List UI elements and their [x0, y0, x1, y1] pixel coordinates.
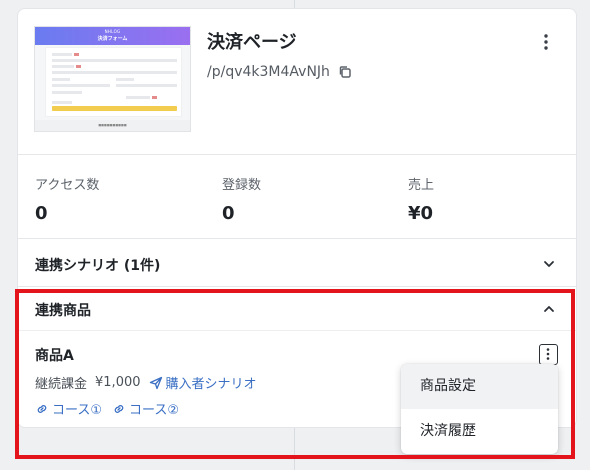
menu-item-product-settings[interactable]: 商品設定 — [401, 364, 558, 409]
product-options-menu: 商品設定 決済履歴 — [401, 364, 558, 454]
product-price: ¥1,000 — [95, 375, 141, 390]
menu-item-payment-history[interactable]: 決済履歴 — [401, 409, 558, 454]
link-icon — [37, 404, 47, 413]
send-icon — [149, 376, 162, 389]
buyer-scenario-link[interactable]: 購入者シナリオ — [149, 373, 257, 392]
stat-registrations: 登録数 0 — [222, 174, 261, 224]
page-title: 決済ページ — [207, 32, 297, 53]
course-links: コース① コース② — [35, 399, 189, 418]
thumbnail-footer: ■■■■■■■■■■ — [35, 120, 190, 131]
card-header: NHLOG 決済フォーム ■■■■■■■■■■ 決済ページ /p/qv4k3M4… — [18, 9, 576, 155]
stat-value: 0 — [222, 203, 235, 224]
link-icon — [114, 404, 124, 413]
chevron-up-icon[interactable] — [542, 302, 556, 316]
stat-value: ¥0 — [408, 203, 434, 224]
linked-scenario-title: 連携シナリオ (1件) — [35, 258, 161, 274]
stats-row: アクセス数 0 登録数 0 売上 ¥0 — [18, 156, 576, 239]
thumbnail-heading: 決済フォーム — [97, 36, 128, 42]
page-url-text: /p/qv4k3M4AvNJh — [207, 64, 330, 80]
stat-label: 登録数 — [222, 178, 262, 193]
product-meta: 継続課金 ¥1,000 購入者シナリオ — [35, 373, 257, 392]
linked-scenario-section[interactable]: 連携シナリオ (1件) — [18, 240, 576, 287]
stat-label: 売上 — [408, 178, 435, 193]
page-url: /p/qv4k3M4AvNJh — [207, 64, 352, 80]
stat-label: アクセス数 — [35, 178, 100, 193]
more-options-icon[interactable] — [538, 31, 554, 53]
thumbnail-form-preview — [45, 47, 182, 117]
course-link-label: コース② — [129, 403, 180, 418]
chevron-down-icon[interactable] — [542, 257, 556, 271]
buyer-scenario-label: 購入者シナリオ — [165, 377, 257, 392]
stat-access: アクセス数 0 — [35, 174, 99, 224]
page-thumbnail[interactable]: NHLOG 決済フォーム ■■■■■■■■■■ — [34, 26, 191, 132]
course-link-2[interactable]: コース② — [112, 399, 179, 418]
thumbnail-banner: NHLOG 決済フォーム — [35, 27, 190, 45]
thumbnail-brand: NHLOG — [104, 29, 121, 34]
course-link-label: コース① — [52, 403, 103, 418]
stat-sales: 売上 ¥0 — [408, 174, 434, 224]
billing-type: 継続課金 — [35, 377, 88, 392]
linked-products-title: 連携商品 — [35, 303, 91, 319]
product-name: 商品A — [35, 348, 74, 364]
more-options-icon — [546, 348, 550, 360]
stat-value: 0 — [35, 203, 48, 224]
course-link-1[interactable]: コース① — [35, 399, 102, 418]
copy-icon[interactable] — [338, 65, 352, 79]
linked-products-header[interactable]: 連携商品 — [18, 287, 576, 331]
product-options-button[interactable] — [539, 344, 558, 365]
